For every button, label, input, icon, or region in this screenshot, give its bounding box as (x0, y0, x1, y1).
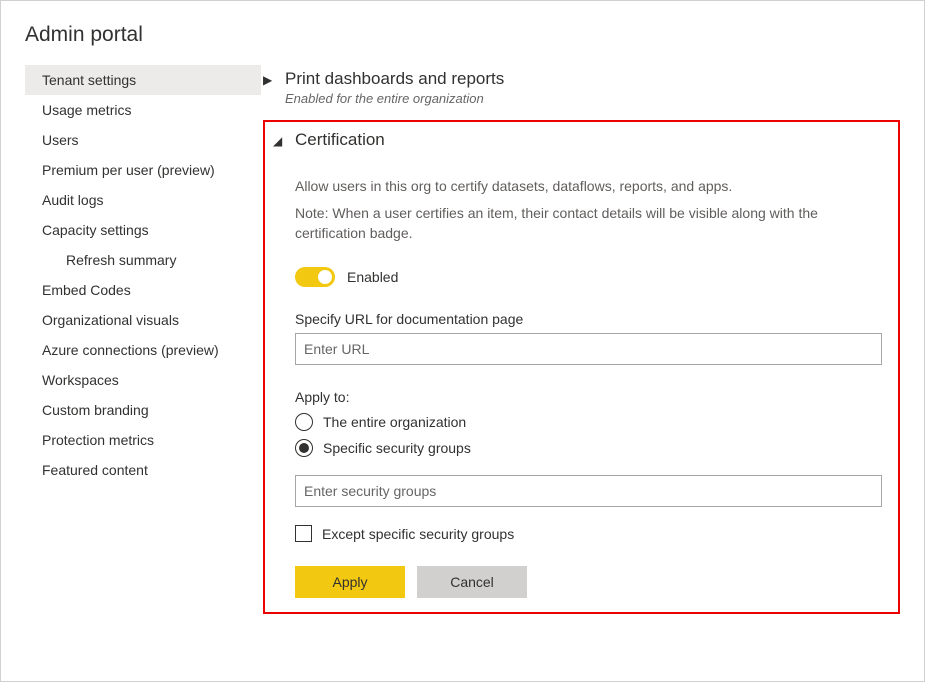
setting-print-status: Enabled for the entire organization (285, 91, 504, 106)
setting-certification-header[interactable]: ◢ Certification (273, 126, 890, 156)
sidebar-item-refresh-summary[interactable]: Refresh summary (25, 245, 261, 275)
apply-to-label: Apply to: (295, 389, 882, 405)
sidebar-item-embed-codes[interactable]: Embed Codes (25, 275, 261, 305)
enabled-toggle-label: Enabled (347, 269, 398, 285)
sidebar-item-capacity-settings[interactable]: Capacity settings (25, 215, 261, 245)
except-groups-label: Except specific security groups (322, 526, 514, 542)
sidebar-item-featured-content[interactable]: Featured content (25, 455, 261, 485)
setting-print-title: Print dashboards and reports (285, 69, 504, 89)
cancel-button[interactable]: Cancel (417, 566, 527, 598)
setting-certification-title: Certification (295, 130, 385, 150)
sidebar-item-tenant-settings[interactable]: Tenant settings (25, 65, 261, 95)
radio-specific-groups[interactable]: Specific security groups (295, 439, 882, 457)
sidebar-item-premium-per-user[interactable]: Premium per user (preview) (25, 155, 261, 185)
page-title: Admin portal (1, 1, 924, 65)
radio-icon (295, 413, 313, 431)
sidebar-item-workspaces[interactable]: Workspaces (25, 365, 261, 395)
sidebar-item-usage-metrics[interactable]: Usage metrics (25, 95, 261, 125)
documentation-url-input[interactable] (295, 333, 882, 365)
enabled-toggle[interactable] (295, 267, 335, 287)
apply-button[interactable]: Apply (295, 566, 405, 598)
sidebar-item-audit-logs[interactable]: Audit logs (25, 185, 261, 215)
sidebar-item-protection-metrics[interactable]: Protection metrics (25, 425, 261, 455)
radio-icon (295, 439, 313, 457)
caret-down-icon: ◢ (273, 130, 285, 152)
certification-highlight: ◢ Certification Allow users in this org … (263, 120, 900, 614)
sidebar-item-azure-connections[interactable]: Azure connections (preview) (25, 335, 261, 365)
url-field-label: Specify URL for documentation page (295, 311, 882, 327)
radio-specific-groups-label: Specific security groups (323, 440, 471, 456)
radio-entire-org-label: The entire organization (323, 414, 466, 430)
sidebar-item-custom-branding[interactable]: Custom branding (25, 395, 261, 425)
main-panel: ▶ Print dashboards and reports Enabled f… (261, 65, 924, 681)
checkbox-icon (295, 525, 312, 542)
caret-right-icon: ▶ (263, 69, 275, 91)
sidebar-item-organizational-visuals[interactable]: Organizational visuals (25, 305, 261, 335)
except-groups-checkbox-row[interactable]: Except specific security groups (295, 525, 882, 542)
toggle-knob (318, 270, 332, 284)
setting-print-header[interactable]: ▶ Print dashboards and reports Enabled f… (263, 65, 900, 110)
sidebar-item-users[interactable]: Users (25, 125, 261, 155)
radio-entire-org[interactable]: The entire organization (295, 413, 882, 431)
security-groups-input[interactable] (295, 475, 882, 507)
sidebar-nav: Tenant settings Usage metrics Users Prem… (1, 65, 261, 681)
certification-description: Allow users in this org to certify datas… (295, 178, 882, 194)
certification-note: Note: When a user certifies an item, the… (295, 204, 882, 243)
